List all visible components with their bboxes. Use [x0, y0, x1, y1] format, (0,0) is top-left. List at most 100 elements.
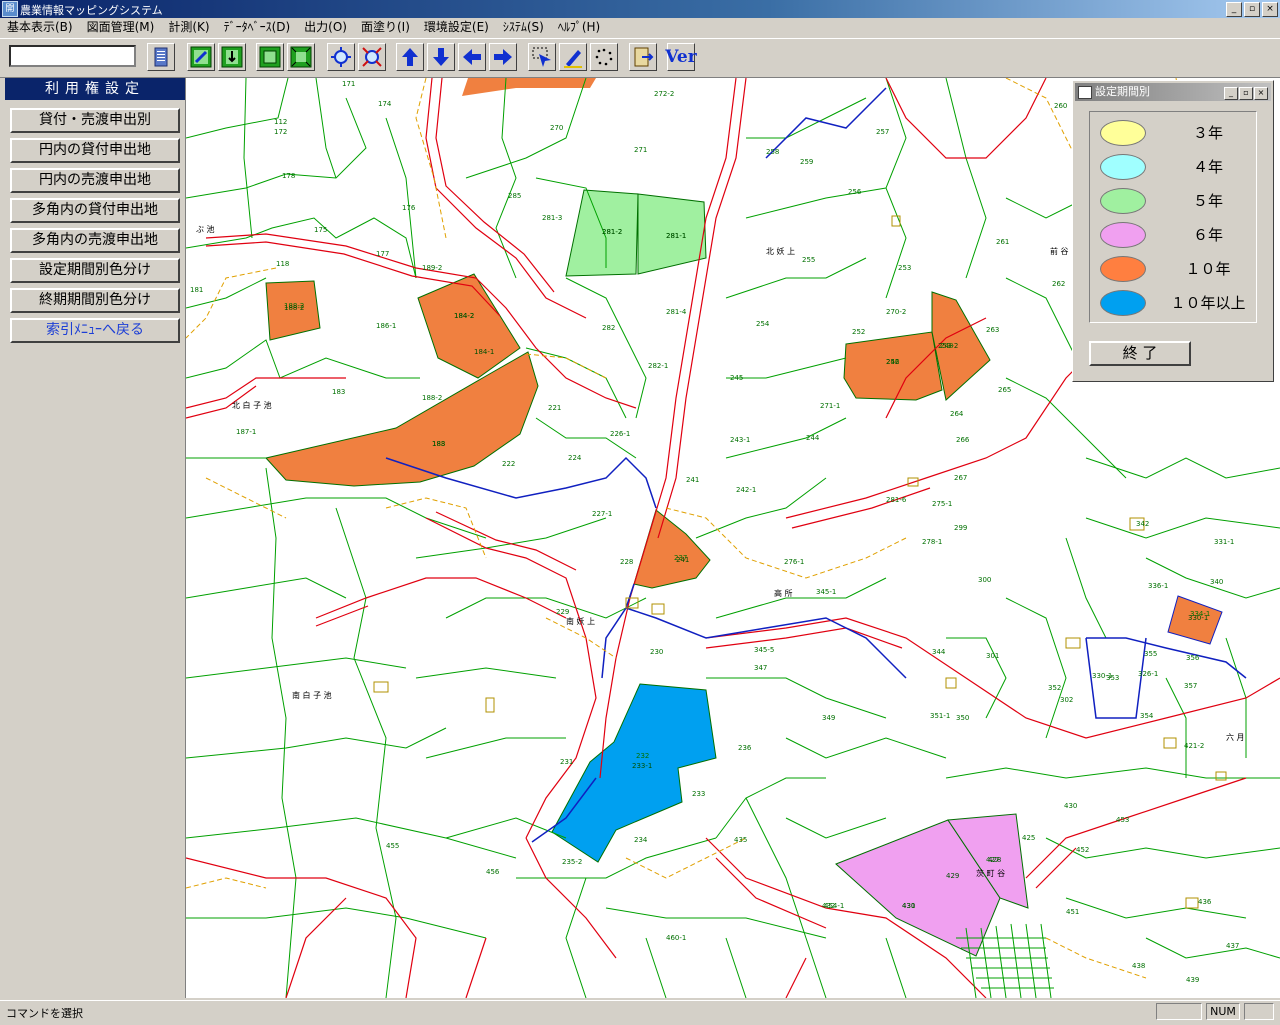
parcel-label: 253: [898, 264, 911, 272]
polygon-lend-request-button[interactable]: 多角内の貸付申出地: [10, 198, 180, 223]
parcel-label: 266: [956, 436, 970, 444]
parcel-label: 259: [800, 158, 813, 166]
zoom-out-icon: [362, 47, 382, 67]
legend-label: ６年: [1192, 226, 1223, 244]
pan-left-button[interactable]: [458, 43, 486, 71]
maximize-button[interactable]: ▫: [1244, 2, 1260, 17]
parcel-orange[interactable]: [417, 273, 521, 379]
parcel-label: 183: [332, 388, 345, 396]
parcel-label: 234: [634, 836, 648, 844]
minimize-button[interactable]: _: [1226, 2, 1242, 17]
back-to-index-button[interactable]: 索引ﾒﾆｭｰへ戻る: [10, 318, 180, 343]
legend-swatch: [1100, 290, 1146, 316]
lend-sell-request-button[interactable]: 貸付・売渡申出別: [10, 108, 180, 133]
close-button[interactable]: ×: [1262, 2, 1278, 17]
circle-sell-request-button[interactable]: 円内の売渡申出地: [10, 168, 180, 193]
menu-environment[interactable]: 環境設定(E): [417, 18, 496, 37]
place-name: 六 月: [1226, 732, 1245, 742]
period-color-button[interactable]: 設定期間別色分け: [10, 258, 180, 283]
version-button[interactable]: Ver: [665, 43, 697, 71]
menu-basic-display[interactable]: 基本表示(B): [0, 18, 80, 37]
parcel-label: 177: [376, 250, 389, 258]
legend-maximize-button[interactable]: ▫: [1239, 87, 1253, 100]
parcel-label: 430: [902, 902, 915, 910]
legend-label: ５年: [1192, 192, 1223, 210]
draw-button[interactable]: [559, 43, 587, 71]
menu-output[interactable]: 出力(O): [297, 18, 354, 37]
parcel-label: 189-2: [422, 264, 442, 272]
legend-label: ４年: [1192, 158, 1223, 176]
parcel-orange[interactable]: [265, 351, 539, 487]
legend-title-bar[interactable]: 設定期間別 _ ▫ ×: [1075, 83, 1271, 101]
menu-database[interactable]: ﾃﾞｰﾀﾍﾞｰｽ(D): [217, 18, 298, 37]
legend-label: ３年: [1192, 124, 1223, 142]
parcel-label: 347: [754, 664, 767, 672]
parcel-label: 429: [946, 872, 959, 880]
legend-item: １０年以上: [1100, 290, 1250, 316]
list-button[interactable]: [147, 43, 175, 71]
menu-system[interactable]: ｼｽﾃﾑ(S): [496, 18, 551, 37]
parcel-label: 302: [1060, 696, 1073, 704]
legend-minimize-button[interactable]: _: [1224, 87, 1238, 100]
pan-up-button[interactable]: [396, 43, 424, 71]
menu-drawing-management[interactable]: 図面管理(M): [80, 18, 162, 37]
place-name: ぶ 池: [196, 224, 215, 234]
point-button[interactable]: [590, 43, 618, 71]
parcel-label: 351-1: [930, 712, 950, 720]
parcel-label: 178: [282, 172, 295, 180]
command-input[interactable]: [9, 45, 136, 67]
parcel-orange[interactable]: [633, 509, 711, 589]
frame-button[interactable]: [256, 43, 284, 71]
parcel-label: 428: [988, 856, 1001, 864]
parcel-label: 336-1: [1148, 582, 1168, 590]
parcel-orange[interactable]: [843, 331, 943, 401]
parcel-label: 340: [1210, 578, 1223, 586]
menu-measure[interactable]: 計測(K): [161, 18, 216, 37]
legend-item: １０年: [1100, 256, 1250, 282]
parcel-label: 243-1: [730, 436, 750, 444]
parcel-label: 330-1: [1188, 614, 1208, 622]
parcel-label: 226-1: [610, 430, 630, 438]
frame-icon: [259, 46, 281, 68]
parcel-label: 281-3: [542, 214, 562, 222]
parcel-label: 118: [276, 260, 289, 268]
parcel-label: 184-1: [474, 348, 494, 356]
end-period-color-button[interactable]: 終期期間別色分け: [10, 288, 180, 313]
status-pane-scroll: [1244, 1003, 1274, 1020]
parcel-label: 460-1: [666, 934, 686, 942]
status-message: コマンドを選択: [6, 1007, 83, 1020]
window-title: 農業情報マッピングシステム: [20, 4, 163, 17]
select-button[interactable]: [528, 43, 556, 71]
parcel-label: 256: [848, 188, 862, 196]
parcel-label: 263: [986, 326, 999, 334]
parcel-orange[interactable]: [462, 78, 596, 96]
legend-close-button[interactable]: ×: [1254, 87, 1268, 100]
zoom-in-icon: [331, 47, 351, 67]
select-arrow-icon: [532, 47, 551, 67]
zoom-in-button[interactable]: [327, 43, 355, 71]
parcel-label: 245: [730, 374, 743, 382]
parcel-label: 271-1: [820, 402, 840, 410]
zoom-window-button[interactable]: [187, 43, 215, 71]
circle-lend-request-button[interactable]: 円内の貸付申出地: [10, 138, 180, 163]
parcel-label: 282: [602, 324, 615, 332]
parcel-label: 452: [1076, 846, 1089, 854]
title-bar: 開 農業情報マッピングシステム _ ▫ ×: [0, 0, 1280, 18]
zoom-out-button[interactable]: [358, 43, 386, 71]
extent-button[interactable]: [287, 43, 315, 71]
legend-swatch: [1100, 120, 1146, 146]
pan-right-button[interactable]: [489, 43, 517, 71]
full-view-button[interactable]: [218, 43, 246, 71]
parcel-label: 285: [508, 192, 521, 200]
place-name: 南 白 子 池: [292, 690, 332, 700]
polygon-sell-request-button[interactable]: 多角内の売渡申出地: [10, 228, 180, 253]
menu-fill[interactable]: 面塗り(I): [354, 18, 417, 37]
pan-down-button[interactable]: [427, 43, 455, 71]
menu-help[interactable]: ﾍﾙﾌﾟ(H): [551, 18, 607, 37]
parcel-label: 232: [636, 752, 649, 760]
parcel-label: 233-1: [632, 762, 652, 770]
parcel-label: 342: [1136, 520, 1149, 528]
parcel-label: 265: [998, 386, 1011, 394]
legend-close-button[interactable]: 終 了: [1089, 341, 1191, 366]
exit-button[interactable]: [629, 43, 657, 71]
